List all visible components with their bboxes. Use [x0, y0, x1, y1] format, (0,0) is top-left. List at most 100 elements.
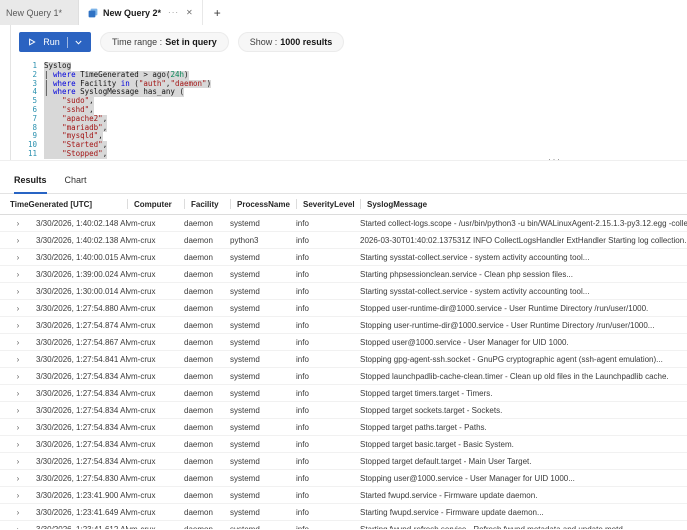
row-expand-icon[interactable]: ›	[0, 219, 36, 228]
results-tab-results[interactable]: Results	[14, 167, 47, 194]
code-token: "daemon"	[170, 79, 206, 88]
code-token: ,	[103, 149, 108, 158]
row-expand-icon[interactable]: ›	[0, 474, 36, 483]
row-expand-icon[interactable]: ›	[0, 389, 36, 398]
table-row[interactable]: ›3/30/2026, 1:27:54.874 AMvm-cruxdaemons…	[0, 317, 687, 334]
table-row[interactable]: ›3/30/2026, 1:27:54.834 AMvm-cruxdaemons…	[0, 402, 687, 419]
results-tab-chart[interactable]: Chart	[65, 167, 87, 194]
run-button[interactable]: Run	[19, 32, 91, 52]
column-header-processname[interactable]: ProcessName	[230, 194, 296, 214]
cell-time: 3/30/2026, 1:27:54.841 AM	[36, 355, 127, 364]
code-line-7[interactable]: 7 "apache2",	[11, 115, 687, 124]
table-row[interactable]: ›3/30/2026, 1:40:02.138 AMvm-cruxdaemonp…	[0, 232, 687, 249]
cell-severity: info	[296, 406, 360, 415]
splitter-handle-icon[interactable]: ···	[548, 154, 562, 164]
table-row[interactable]: ›3/30/2026, 1:27:54.880 AMvm-cruxdaemons…	[0, 300, 687, 317]
cell-process: systemd	[230, 355, 296, 364]
cell-facility: daemon	[184, 508, 230, 517]
new-tab-button[interactable]: +	[203, 0, 232, 25]
code-line-5[interactable]: 5 "sudo",	[11, 97, 687, 106]
tab-new-query-2[interactable]: New Query 2* ··· ✕	[79, 0, 203, 25]
cell-time: 3/30/2026, 1:27:54.830 AM	[36, 474, 127, 483]
cell-facility: daemon	[184, 389, 230, 398]
table-row[interactable]: ›3/30/2026, 1:23:41.612 AMvm-cruxdaemons…	[0, 521, 687, 529]
row-expand-icon[interactable]: ›	[0, 440, 36, 449]
cell-message: Stopped user@1000.service - User Manager…	[360, 338, 687, 347]
table-row[interactable]: ›3/30/2026, 1:27:54.834 AMvm-cruxdaemons…	[0, 419, 687, 436]
row-expand-icon[interactable]: ›	[0, 338, 36, 347]
table-row[interactable]: ›3/30/2026, 1:30:00.014 AMvm-cruxdaemons…	[0, 283, 687, 300]
table-row[interactable]: ›3/30/2026, 1:40:00.015 AMvm-cruxdaemons…	[0, 249, 687, 266]
cell-time: 3/30/2026, 1:27:54.867 AM	[36, 338, 127, 347]
cell-time: 3/30/2026, 1:27:54.834 AM	[36, 389, 127, 398]
time-range-picker[interactable]: Time range : Set in query	[100, 32, 229, 52]
row-expand-icon[interactable]: ›	[0, 525, 36, 530]
row-expand-icon[interactable]: ›	[0, 372, 36, 381]
line-number: 4	[11, 88, 44, 97]
column-header-timegenerated[interactable]: TimeGenerated [UTC]	[0, 194, 127, 214]
table-row[interactable]: ›3/30/2026, 1:39:00.024 AMvm-cruxdaemons…	[0, 266, 687, 283]
table-row[interactable]: ›3/30/2026, 1:27:54.834 AMvm-cruxdaemons…	[0, 436, 687, 453]
code-line-10[interactable]: 10 "Started",	[11, 141, 687, 150]
cell-message: Stopped target sockets.target - Sockets.	[360, 406, 687, 415]
cell-message: Starting fwupd.service - Firmware update…	[360, 508, 687, 517]
results-table-body: ›3/30/2026, 1:40:02.148 AMvm-cruxdaemons…	[0, 215, 687, 529]
row-expand-icon[interactable]: ›	[0, 457, 36, 466]
table-row[interactable]: ›3/30/2026, 1:27:54.841 AMvm-cruxdaemons…	[0, 351, 687, 368]
table-row[interactable]: ›3/30/2026, 1:27:54.834 AMvm-cruxdaemons…	[0, 368, 687, 385]
code-line-8[interactable]: 8 "mariadb",	[11, 124, 687, 133]
table-row[interactable]: ›3/30/2026, 1:27:54.834 AMvm-cruxdaemons…	[0, 385, 687, 402]
cell-time: 3/30/2026, 1:40:00.015 AM	[36, 253, 127, 262]
row-expand-icon[interactable]: ›	[0, 406, 36, 415]
row-expand-icon[interactable]: ›	[0, 304, 36, 313]
row-expand-icon[interactable]: ›	[0, 321, 36, 330]
code-token: ,	[103, 140, 108, 149]
code-token: )	[184, 70, 189, 79]
cell-time: 3/30/2026, 1:40:02.138 AM	[36, 236, 127, 245]
row-expand-icon[interactable]: ›	[0, 423, 36, 432]
row-expand-icon[interactable]: ›	[0, 270, 36, 279]
code-line-11[interactable]: 11 "Stopped",	[11, 150, 687, 159]
cell-severity: info	[296, 440, 360, 449]
row-expand-icon[interactable]: ›	[0, 236, 36, 245]
column-header-severitylevel[interactable]: SeverityLevel	[296, 194, 360, 214]
code-token: where	[53, 70, 76, 79]
cell-facility: daemon	[184, 355, 230, 364]
cell-computer: vm-crux	[127, 355, 184, 364]
row-expand-icon[interactable]: ›	[0, 355, 36, 364]
cell-message: Started collect-logs.scope - /usr/bin/py…	[360, 219, 687, 228]
column-header-syslogmessage[interactable]: SyslogMessage	[360, 194, 687, 214]
code-line-6[interactable]: 6 "sshd",	[11, 106, 687, 115]
table-row[interactable]: ›3/30/2026, 1:23:41.900 AMvm-cruxdaemons…	[0, 487, 687, 504]
row-expand-icon[interactable]: ›	[0, 253, 36, 262]
chevron-down-icon[interactable]	[75, 40, 82, 45]
code-token: |	[44, 87, 53, 96]
table-row[interactable]: ›3/30/2026, 1:40:02.148 AMvm-cruxdaemons…	[0, 215, 687, 232]
cell-computer: vm-crux	[127, 491, 184, 500]
cell-message: Stopped target paths.target - Paths.	[360, 423, 687, 432]
show-results-picker[interactable]: Show : 1000 results	[238, 32, 345, 52]
cell-facility: daemon	[184, 440, 230, 449]
table-row[interactable]: ›3/30/2026, 1:23:41.649 AMvm-cruxdaemons…	[0, 504, 687, 521]
code-token: |	[44, 79, 53, 88]
cell-message: Starting sysstat-collect.service - syste…	[360, 287, 687, 296]
row-expand-icon[interactable]: ›	[0, 287, 36, 296]
cell-facility: daemon	[184, 457, 230, 466]
table-row[interactable]: ›3/30/2026, 1:27:54.867 AMvm-cruxdaemons…	[0, 334, 687, 351]
close-icon[interactable]: ✕	[186, 8, 193, 17]
cell-process: systemd	[230, 525, 296, 530]
tab-more-icon[interactable]: ···	[168, 8, 179, 17]
tab-new-query-1[interactable]: New Query 1*	[0, 0, 79, 25]
cell-severity: info	[296, 304, 360, 313]
editor-results-splitter[interactable]: ···	[0, 160, 687, 167]
table-row[interactable]: ›3/30/2026, 1:27:54.830 AMvm-cruxdaemons…	[0, 470, 687, 487]
kql-query-editor[interactable]: 1Syslog2| where TimeGenerated > ago(24h)…	[11, 59, 687, 160]
cell-computer: vm-crux	[127, 457, 184, 466]
code-line-4[interactable]: 4| where SyslogMessage has_any (	[11, 88, 687, 97]
column-header-computer[interactable]: Computer	[127, 194, 184, 214]
table-row[interactable]: ›3/30/2026, 1:27:54.834 AMvm-cruxdaemons…	[0, 453, 687, 470]
row-expand-icon[interactable]: ›	[0, 508, 36, 517]
code-line-9[interactable]: 9 "mysqld",	[11, 132, 687, 141]
column-header-facility[interactable]: Facility	[184, 194, 230, 214]
row-expand-icon[interactable]: ›	[0, 491, 36, 500]
